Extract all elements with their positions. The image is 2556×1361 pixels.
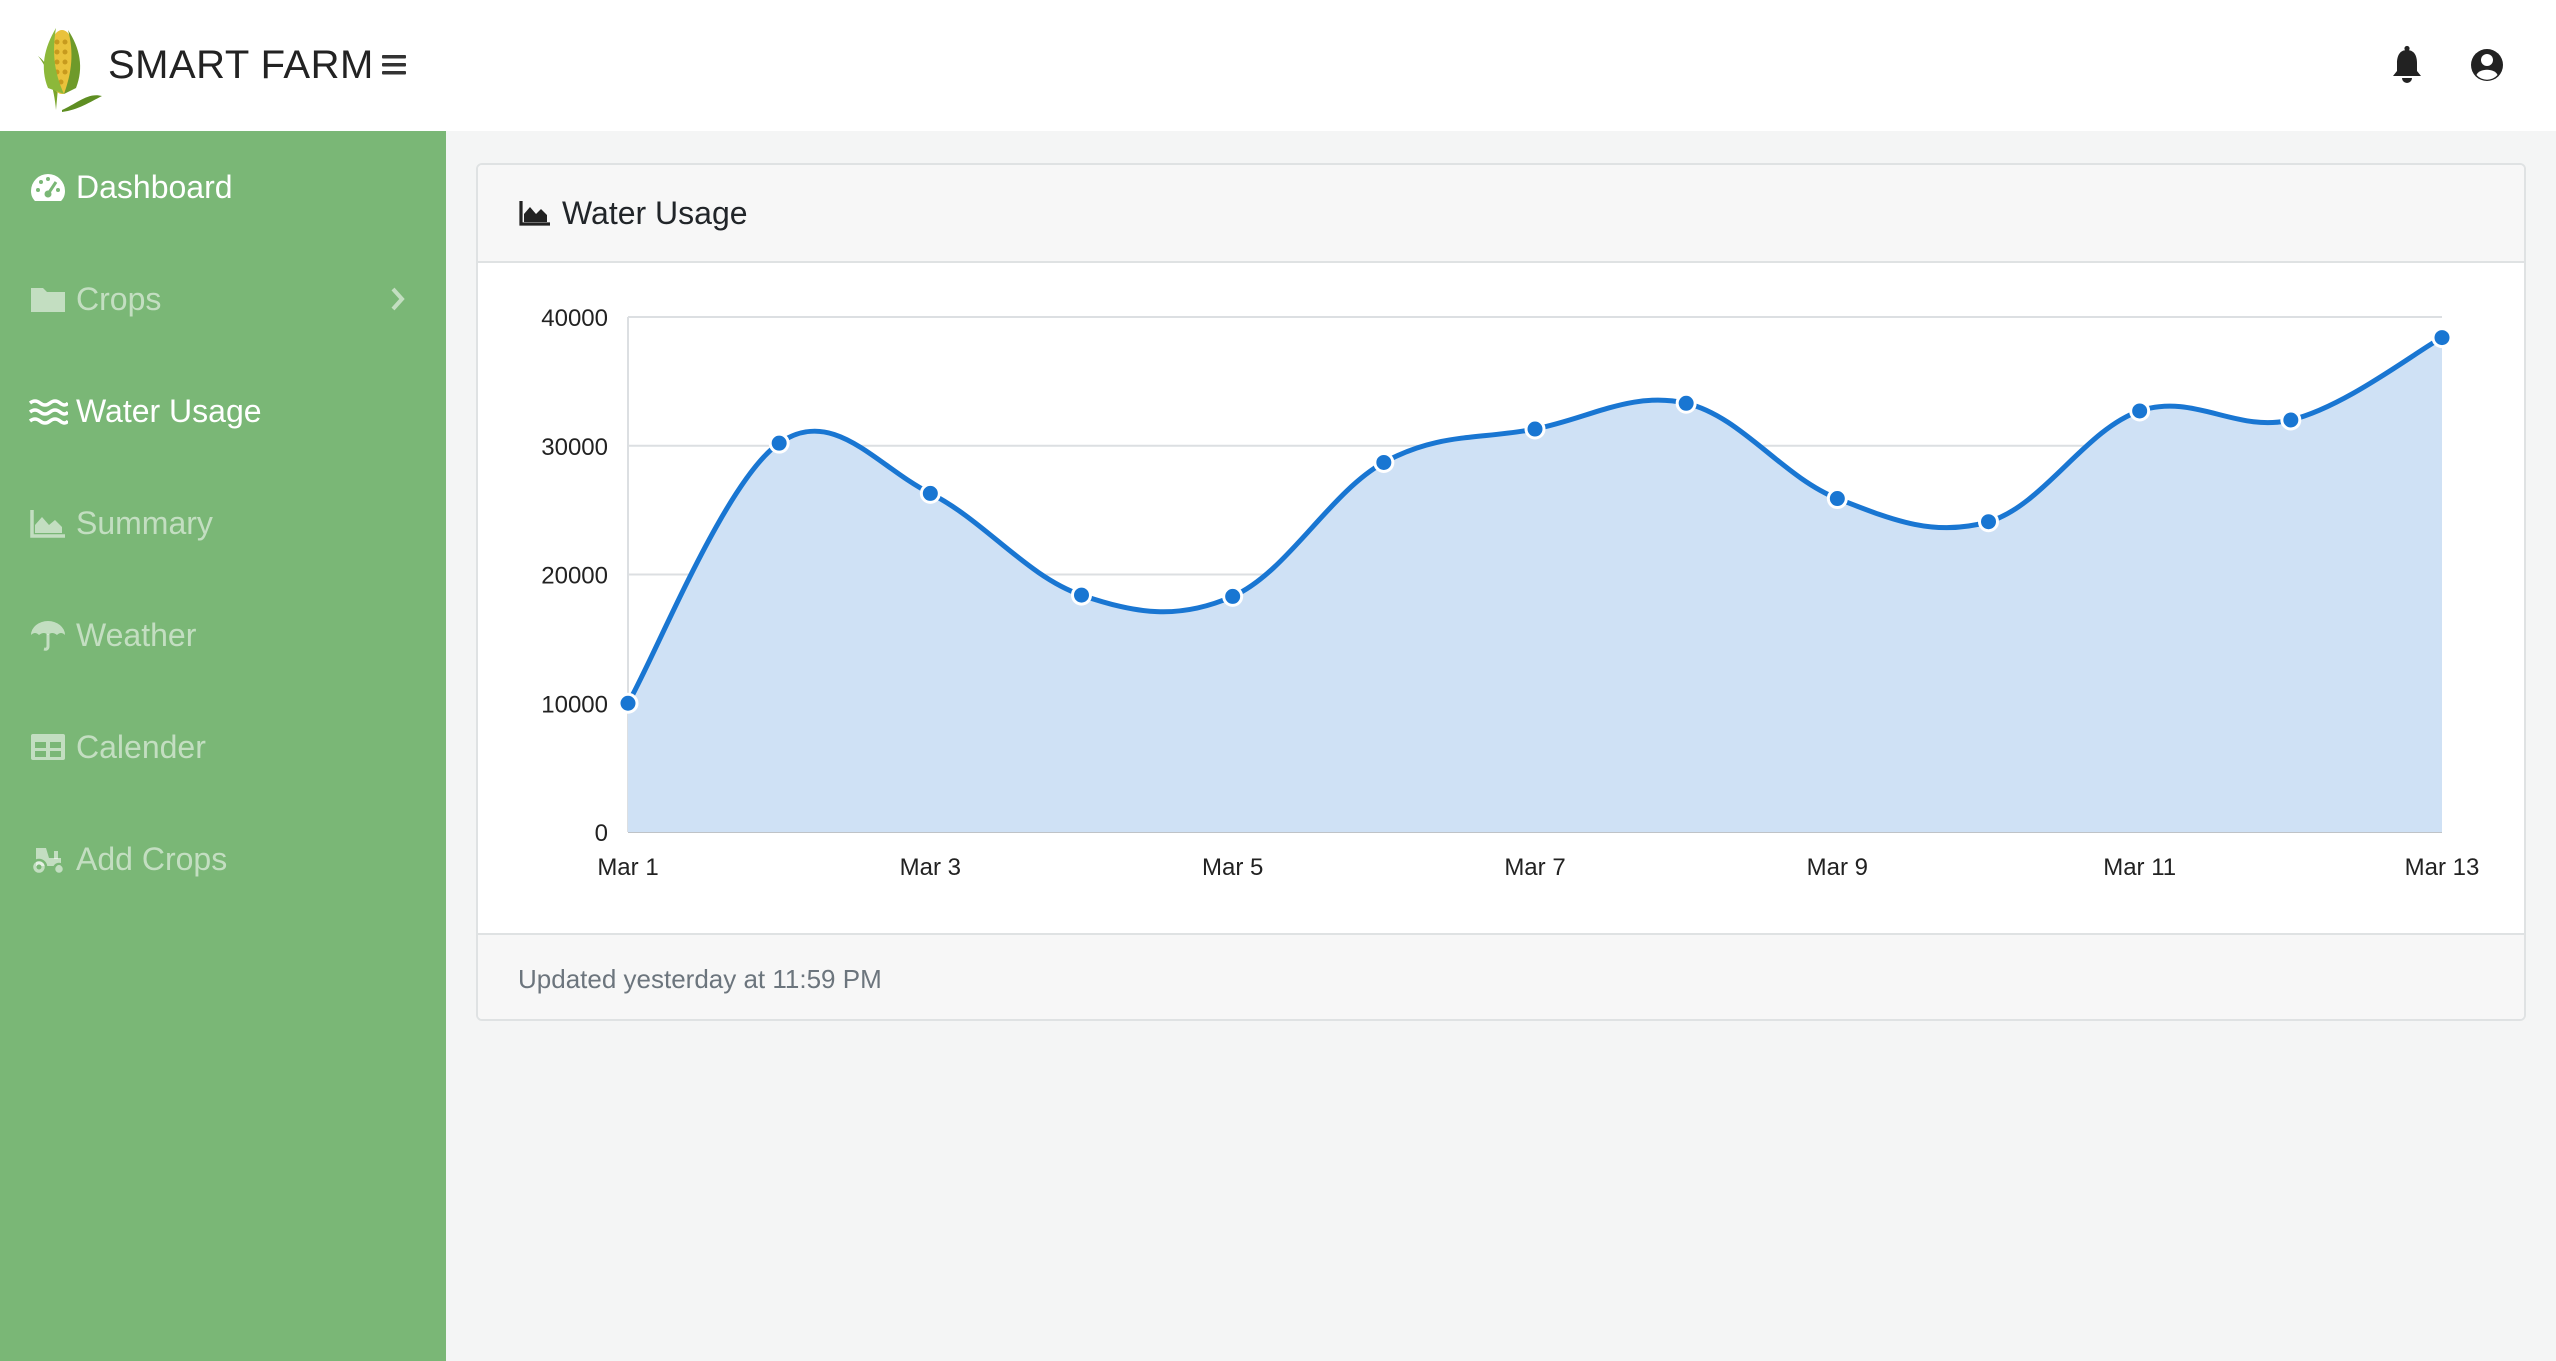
y-tick-label: 30000: [541, 434, 608, 461]
data-point: [1524, 418, 1546, 440]
umbrella-icon: [31, 621, 65, 651]
area-chart-icon: [519, 201, 550, 226]
area-chart: 0 10000 20000 30000 40000 Mar 1 Mar 3 Mar 5 Mar…: [541, 305, 2480, 881]
menu-icon[interactable]: [380, 48, 410, 82]
x-tick-label: Mar 3: [900, 854, 961, 881]
updated-timestamp: Updated yesterday at 11:59 PM: [518, 963, 882, 994]
data-point: [1978, 511, 1999, 533]
sidebar-item-weather[interactable]: Weather: [0, 579, 446, 691]
user-circle-icon[interactable]: [2468, 44, 2506, 86]
brand-title[interactable]: SMART FARM: [108, 40, 374, 90]
data-point: [1071, 584, 1092, 606]
x-tick-label: Mar 5: [1202, 854, 1263, 881]
card-footer: Updated yesterday at 11:59 PM: [478, 933, 2524, 1019]
card-title: Water Usage: [562, 194, 748, 231]
x-tick-label: Mar 9: [1807, 854, 1868, 881]
x-tick-label: Mar 1: [597, 854, 658, 881]
data-point: [1222, 585, 1244, 607]
top-navbar: SMART FARM: [0, 0, 2556, 131]
area-chart-icon: [30, 510, 65, 538]
water-icon: [28, 399, 68, 425]
sidebar-item-label: Dashboard: [76, 168, 233, 205]
chevron-right-icon[interactable]: [388, 283, 408, 315]
x-tick-label: Mar 11: [2103, 854, 2176, 881]
tachometer-icon: [31, 174, 65, 201]
sidebar-item-water-usage[interactable]: Water Usage: [0, 355, 446, 467]
sidebar-item-calender[interactable]: Calender: [0, 691, 446, 803]
sidebar: Dashboard Crops Water Usage Summary Weat…: [0, 131, 446, 1361]
sidebar-item-label: Add Crops: [76, 840, 228, 877]
y-tick-label: 20000: [541, 563, 608, 590]
x-tick-label: Mar 13: [2405, 854, 2480, 881]
sidebar-item-label: Summary: [76, 504, 213, 541]
y-tick-label: 10000: [541, 691, 608, 718]
data-point: [1826, 488, 1848, 510]
water-usage-card: Water Usage 0 10000 20000 30000 40000 Mar 1 M…: [476, 163, 2526, 1021]
sidebar-item-label: Crops: [76, 280, 162, 317]
data-point: [2280, 409, 2302, 431]
y-tick-label: 0: [595, 820, 608, 847]
corn-logo-icon[interactable]: [26, 18, 106, 112]
tractor-icon: [30, 848, 66, 876]
sidebar-item-summary[interactable]: Summary: [0, 467, 446, 579]
bell-icon[interactable]: [2388, 44, 2426, 86]
sidebar-item-crops[interactable]: Crops: [0, 243, 446, 355]
data-point: [919, 482, 941, 504]
data-point: [617, 692, 639, 714]
sidebar-item-label: Water Usage: [76, 392, 262, 429]
sidebar-item-dashboard[interactable]: Dashboard: [0, 131, 446, 243]
data-point: [2431, 327, 2453, 349]
data-point: [768, 432, 790, 454]
data-point: [1373, 451, 1395, 473]
sidebar-item-label: Calender: [76, 728, 206, 765]
folder-icon: [31, 288, 65, 312]
area-fill: [628, 337, 2442, 832]
water-usage-chart: 0 10000 20000 30000 40000 Mar 1 Mar 3 Mar 5 Mar…: [478, 263, 2524, 933]
sidebar-item-add-crops[interactable]: Add Crops: [0, 803, 446, 915]
table-icon: [31, 734, 65, 760]
data-point: [1675, 392, 1697, 414]
x-tick-label: Mar 7: [1504, 854, 1565, 881]
y-tick-label: 40000: [541, 305, 608, 332]
card-header: Water Usage: [478, 165, 2524, 263]
data-point: [2129, 400, 2151, 422]
sidebar-item-label: Weather: [76, 616, 197, 653]
